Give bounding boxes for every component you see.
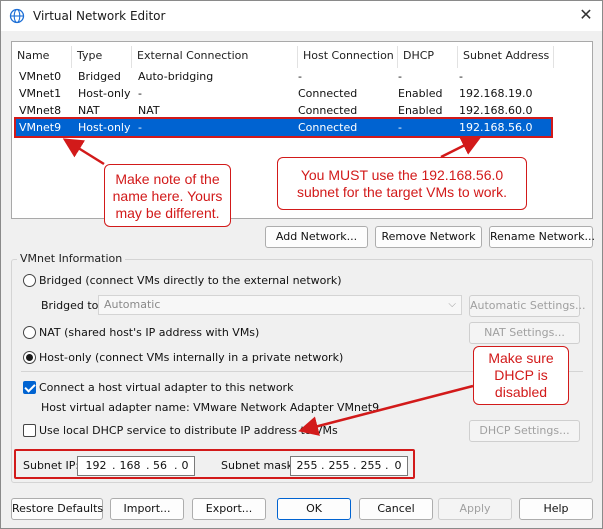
dhcp-label[interactable]: Use local DHCP service to distribute IP … bbox=[39, 424, 338, 438]
add-network-button[interactable]: Add Network... bbox=[265, 226, 368, 248]
ok-button[interactable]: OK bbox=[277, 498, 351, 520]
dhcp-checkbox[interactable] bbox=[23, 424, 36, 437]
cell-subnet: 192.168.56.0 bbox=[459, 121, 533, 134]
cell-host: Connected bbox=[298, 104, 358, 117]
cell-dhcp: Enabled bbox=[398, 104, 443, 117]
restore-defaults-button[interactable]: Restore Defaults bbox=[11, 498, 103, 520]
host-only-label[interactable]: Host-only (connect VMs internally in a p… bbox=[39, 351, 343, 365]
column-header-name[interactable]: Name bbox=[12, 46, 72, 68]
automatic-settings-button[interactable]: Automatic Settings... bbox=[469, 295, 586, 317]
column-header-external-connection[interactable]: External Connection bbox=[132, 46, 298, 68]
column-header-host-connection[interactable]: Host Connection bbox=[298, 46, 398, 68]
connect-adapter-label[interactable]: Connect a host virtual adapter to this n… bbox=[39, 381, 293, 395]
dhcp-note-callout: Make sure DHCP is disabled bbox=[473, 346, 569, 405]
cell-dhcp: Enabled bbox=[398, 87, 443, 100]
cell-dhcp: - bbox=[398, 70, 402, 83]
column-header-dhcp[interactable]: DHCP bbox=[398, 46, 458, 68]
cell-external: - bbox=[138, 121, 142, 134]
bridged-to-label: Bridged to: bbox=[41, 299, 103, 312]
cell-external: Auto-bridging bbox=[138, 70, 214, 83]
cell-external: NAT bbox=[138, 104, 160, 117]
cell-name: VMnet8 bbox=[19, 104, 62, 117]
nat-radio[interactable] bbox=[23, 326, 36, 339]
subnet-highlight-box bbox=[14, 449, 415, 479]
table-row[interactable]: VMnet8 NAT NAT Connected Enabled 192.168… bbox=[12, 102, 592, 119]
bridged-label[interactable]: Bridged (connect VMs directly to the ext… bbox=[39, 274, 342, 288]
nat-settings-button[interactable]: NAT Settings... bbox=[469, 322, 580, 344]
cell-name: VMnet1 bbox=[19, 87, 62, 100]
cell-external: - bbox=[138, 87, 142, 100]
table-row-selected[interactable]: VMnet9 Host-only - Connected - 192.168.5… bbox=[14, 117, 553, 138]
cell-subnet: 192.168.60.0 bbox=[459, 104, 533, 117]
rename-network-button[interactable]: Rename Network... bbox=[489, 226, 595, 248]
column-header-subnet-address[interactable]: Subnet Address bbox=[458, 46, 554, 68]
remove-network-button[interactable]: Remove Network bbox=[375, 226, 482, 248]
cell-name: VMnet0 bbox=[19, 70, 62, 83]
column-header-type[interactable]: Type bbox=[72, 46, 132, 68]
export-button[interactable]: Export... bbox=[192, 498, 266, 520]
cell-host: Connected bbox=[298, 121, 358, 134]
cell-type: Host-only bbox=[78, 121, 131, 134]
window-title: Virtual Network Editor bbox=[33, 9, 166, 23]
dhcp-settings-button[interactable]: DHCP Settings... bbox=[469, 420, 580, 442]
cell-host: - bbox=[298, 70, 302, 83]
help-button[interactable]: Help bbox=[519, 498, 593, 520]
cancel-button[interactable]: Cancel bbox=[359, 498, 433, 520]
cell-dhcp: - bbox=[398, 121, 402, 134]
cell-type: Bridged bbox=[78, 70, 121, 83]
cell-subnet: 192.168.19.0 bbox=[459, 87, 533, 100]
cell-type: NAT bbox=[78, 104, 100, 117]
name-note-callout: Make note of the name here. Yours may be… bbox=[104, 164, 231, 227]
table-row[interactable]: VMnet0 Bridged Auto-bridging - - - bbox=[12, 68, 592, 85]
virtual-network-editor-window: Virtual Network Editor ✕ Name Type Exter… bbox=[0, 0, 603, 529]
bridged-to-value: Automatic bbox=[104, 298, 161, 311]
connect-adapter-checkbox[interactable] bbox=[23, 381, 36, 394]
cell-name: VMnet9 bbox=[19, 121, 62, 134]
bridged-to-select[interactable]: Automatic ⌵ bbox=[98, 295, 462, 315]
host-only-radio[interactable] bbox=[23, 351, 36, 364]
table-row[interactable]: VMnet1 Host-only - Connected Enabled 192… bbox=[12, 85, 592, 102]
chevron-down-icon: ⌵ bbox=[448, 299, 456, 310]
vmnet-information-label: VMnet Information bbox=[17, 252, 126, 265]
bridged-radio[interactable] bbox=[23, 274, 36, 287]
apply-button[interactable]: Apply bbox=[438, 498, 512, 520]
close-icon[interactable]: ✕ bbox=[578, 7, 594, 23]
subnet-note-callout: You MUST use the 192.168.56.0 subnet for… bbox=[277, 157, 527, 210]
globe-icon bbox=[9, 8, 25, 24]
cell-type: Host-only bbox=[78, 87, 131, 100]
cell-host: Connected bbox=[298, 87, 358, 100]
import-button[interactable]: Import... bbox=[110, 498, 184, 520]
title-bar: Virtual Network Editor ✕ bbox=[1, 1, 602, 31]
cell-subnet: - bbox=[459, 70, 463, 83]
nat-label[interactable]: NAT (shared host's IP address with VMs) bbox=[39, 326, 259, 340]
adapter-name-text: Host virtual adapter name: VMware Networ… bbox=[41, 401, 380, 414]
